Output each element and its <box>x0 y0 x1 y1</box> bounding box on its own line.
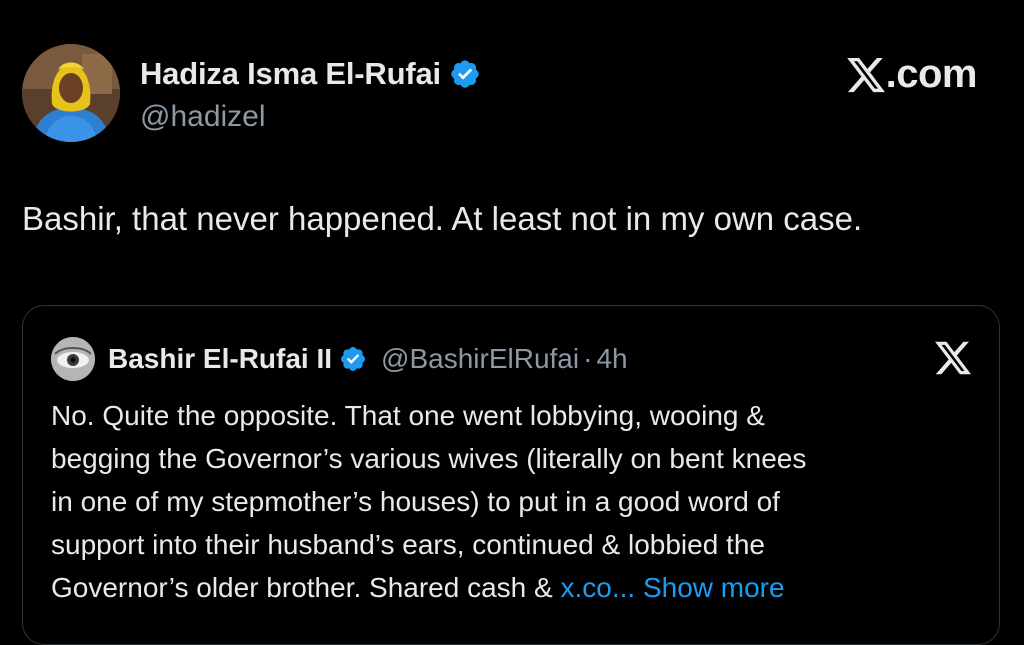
quoted-author-avatar[interactable] <box>51 337 95 381</box>
author-handle[interactable]: @hadizel <box>140 100 266 134</box>
quoted-author-photo-icon <box>51 337 95 381</box>
show-more-link[interactable]: Show more <box>643 572 785 603</box>
brand-mark: .com <box>845 52 978 97</box>
author-avatar[interactable] <box>22 44 120 142</box>
truncated-link[interactable]: x.co... <box>560 572 635 603</box>
quoted-separator: · <box>583 343 593 374</box>
post-header: Hadiza Isma El-Rufai @hadizel .com <box>22 44 1002 144</box>
author-name-row: Hadiza Isma El-Rufai <box>140 56 481 92</box>
quoted-post-card[interactable]: Bashir El-Rufai II @BashirElRufai · 4h N… <box>22 305 1000 645</box>
quoted-text-line: in one of my stepmother’s houses) to put… <box>51 486 780 517</box>
quoted-text-line: No. Quite the opposite. That one went lo… <box>51 400 765 431</box>
author-photo-icon <box>22 44 120 142</box>
quoted-verified-badge-icon <box>341 347 366 371</box>
quoted-text-line: support into their husband’s ears, conti… <box>51 529 765 560</box>
quoted-author-name[interactable]: Bashir El-Rufai II <box>108 343 332 375</box>
author-name[interactable]: Hadiza Isma El-Rufai <box>140 56 441 92</box>
quoted-timestamp[interactable]: 4h <box>596 343 627 375</box>
post-text: Bashir, that never happened. At least no… <box>22 200 863 237</box>
quoted-post-text: No. Quite the opposite. That one went lo… <box>51 394 971 609</box>
quoted-text-line-last: Governor’s older brother. Shared cash & … <box>51 566 971 609</box>
x-logo-icon <box>935 341 972 375</box>
quoted-text-line: begging the Governor’s various wives (li… <box>51 443 807 474</box>
x-logo-icon <box>846 57 885 92</box>
verified-badge-icon <box>451 60 479 88</box>
quoted-author-handle[interactable]: @BashirElRufai <box>381 343 579 375</box>
brand-text: .com <box>885 52 978 96</box>
quoted-post-header: Bashir El-Rufai II @BashirElRufai · 4h <box>51 336 628 382</box>
quoted-text-fragment: Governor’s older brother. Shared cash & <box>51 572 553 603</box>
